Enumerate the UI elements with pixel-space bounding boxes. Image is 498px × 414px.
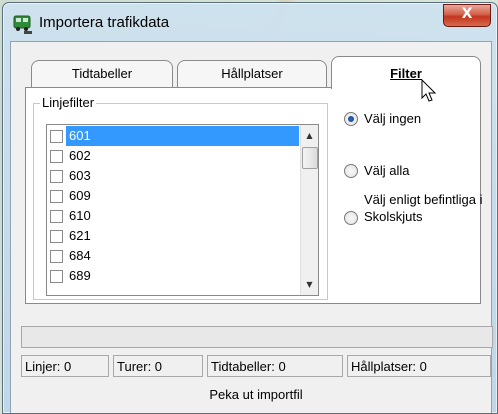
- linjefilter-group: Linjefilter 601 602 603 609 610 621 684 …: [33, 95, 328, 300]
- checkbox[interactable]: [50, 230, 63, 243]
- radio-button[interactable]: [344, 211, 358, 225]
- listbox-scrollbar[interactable]: ▲ ▼: [300, 125, 318, 295]
- list-item[interactable]: 689: [49, 266, 299, 286]
- list-item[interactable]: 621: [49, 226, 299, 246]
- checkbox[interactable]: [50, 150, 63, 163]
- scroll-thumb[interactable]: [302, 147, 318, 169]
- close-button[interactable]: X: [443, 4, 491, 27]
- group-label: Linjefilter: [40, 95, 97, 110]
- status-linjer: Linjer: 0: [21, 355, 109, 377]
- scroll-up-icon[interactable]: ▲: [301, 127, 318, 144]
- dialog-client-area: Tidtabeller Hållplatser Filter Linjefilt…: [10, 41, 493, 413]
- list-item[interactable]: 684: [49, 246, 299, 266]
- tab-tidtabeller[interactable]: Tidtabeller: [31, 60, 173, 87]
- checkbox[interactable]: [50, 210, 63, 223]
- title-bar[interactable]: Importera trafikdata X: [3, 3, 497, 39]
- status-tidtabeller: Tidtabeller: 0: [207, 355, 343, 377]
- status-hallplatser: Hållplatser: 0: [347, 355, 491, 377]
- import-file-button[interactable]: Peka ut importfil: [21, 382, 491, 408]
- checkbox[interactable]: [50, 170, 63, 183]
- status-bar: Linjer: 0 Turer: 0 Tidtabeller: 0 Hållpl…: [21, 355, 491, 379]
- radio-button[interactable]: [344, 112, 358, 126]
- checkbox[interactable]: [50, 250, 63, 263]
- tab-filter[interactable]: Filter: [331, 56, 481, 89]
- tab-hallplatser[interactable]: Hållplatser: [177, 60, 327, 87]
- import-dialog: Importera trafikdata X Tidtabeller Hållp…: [2, 2, 498, 414]
- scroll-down-icon[interactable]: ▼: [301, 276, 318, 293]
- window-title: Importera trafikdata: [39, 14, 170, 31]
- radio-button[interactable]: [344, 164, 358, 178]
- mouse-pointer-icon: [421, 79, 437, 102]
- checkbox[interactable]: [50, 190, 63, 203]
- list-item[interactable]: 602: [49, 146, 299, 166]
- bus-icon: [13, 15, 32, 34]
- list-item[interactable]: 610: [49, 206, 299, 226]
- filter-tab-panel: Linjefilter 601 602 603 609 610 621 684 …: [25, 87, 483, 304]
- list-item[interactable]: 601: [49, 126, 299, 146]
- line-listbox[interactable]: 601 602 603 609 610 621 684 689 ▲ ▼: [46, 124, 319, 296]
- list-item[interactable]: 603: [49, 166, 299, 186]
- checkbox[interactable]: [50, 270, 63, 283]
- checkbox[interactable]: [50, 130, 63, 143]
- list-item[interactable]: 609: [49, 186, 299, 206]
- status-turer: Turer: 0: [113, 355, 203, 377]
- import-progress-bar: [21, 326, 493, 348]
